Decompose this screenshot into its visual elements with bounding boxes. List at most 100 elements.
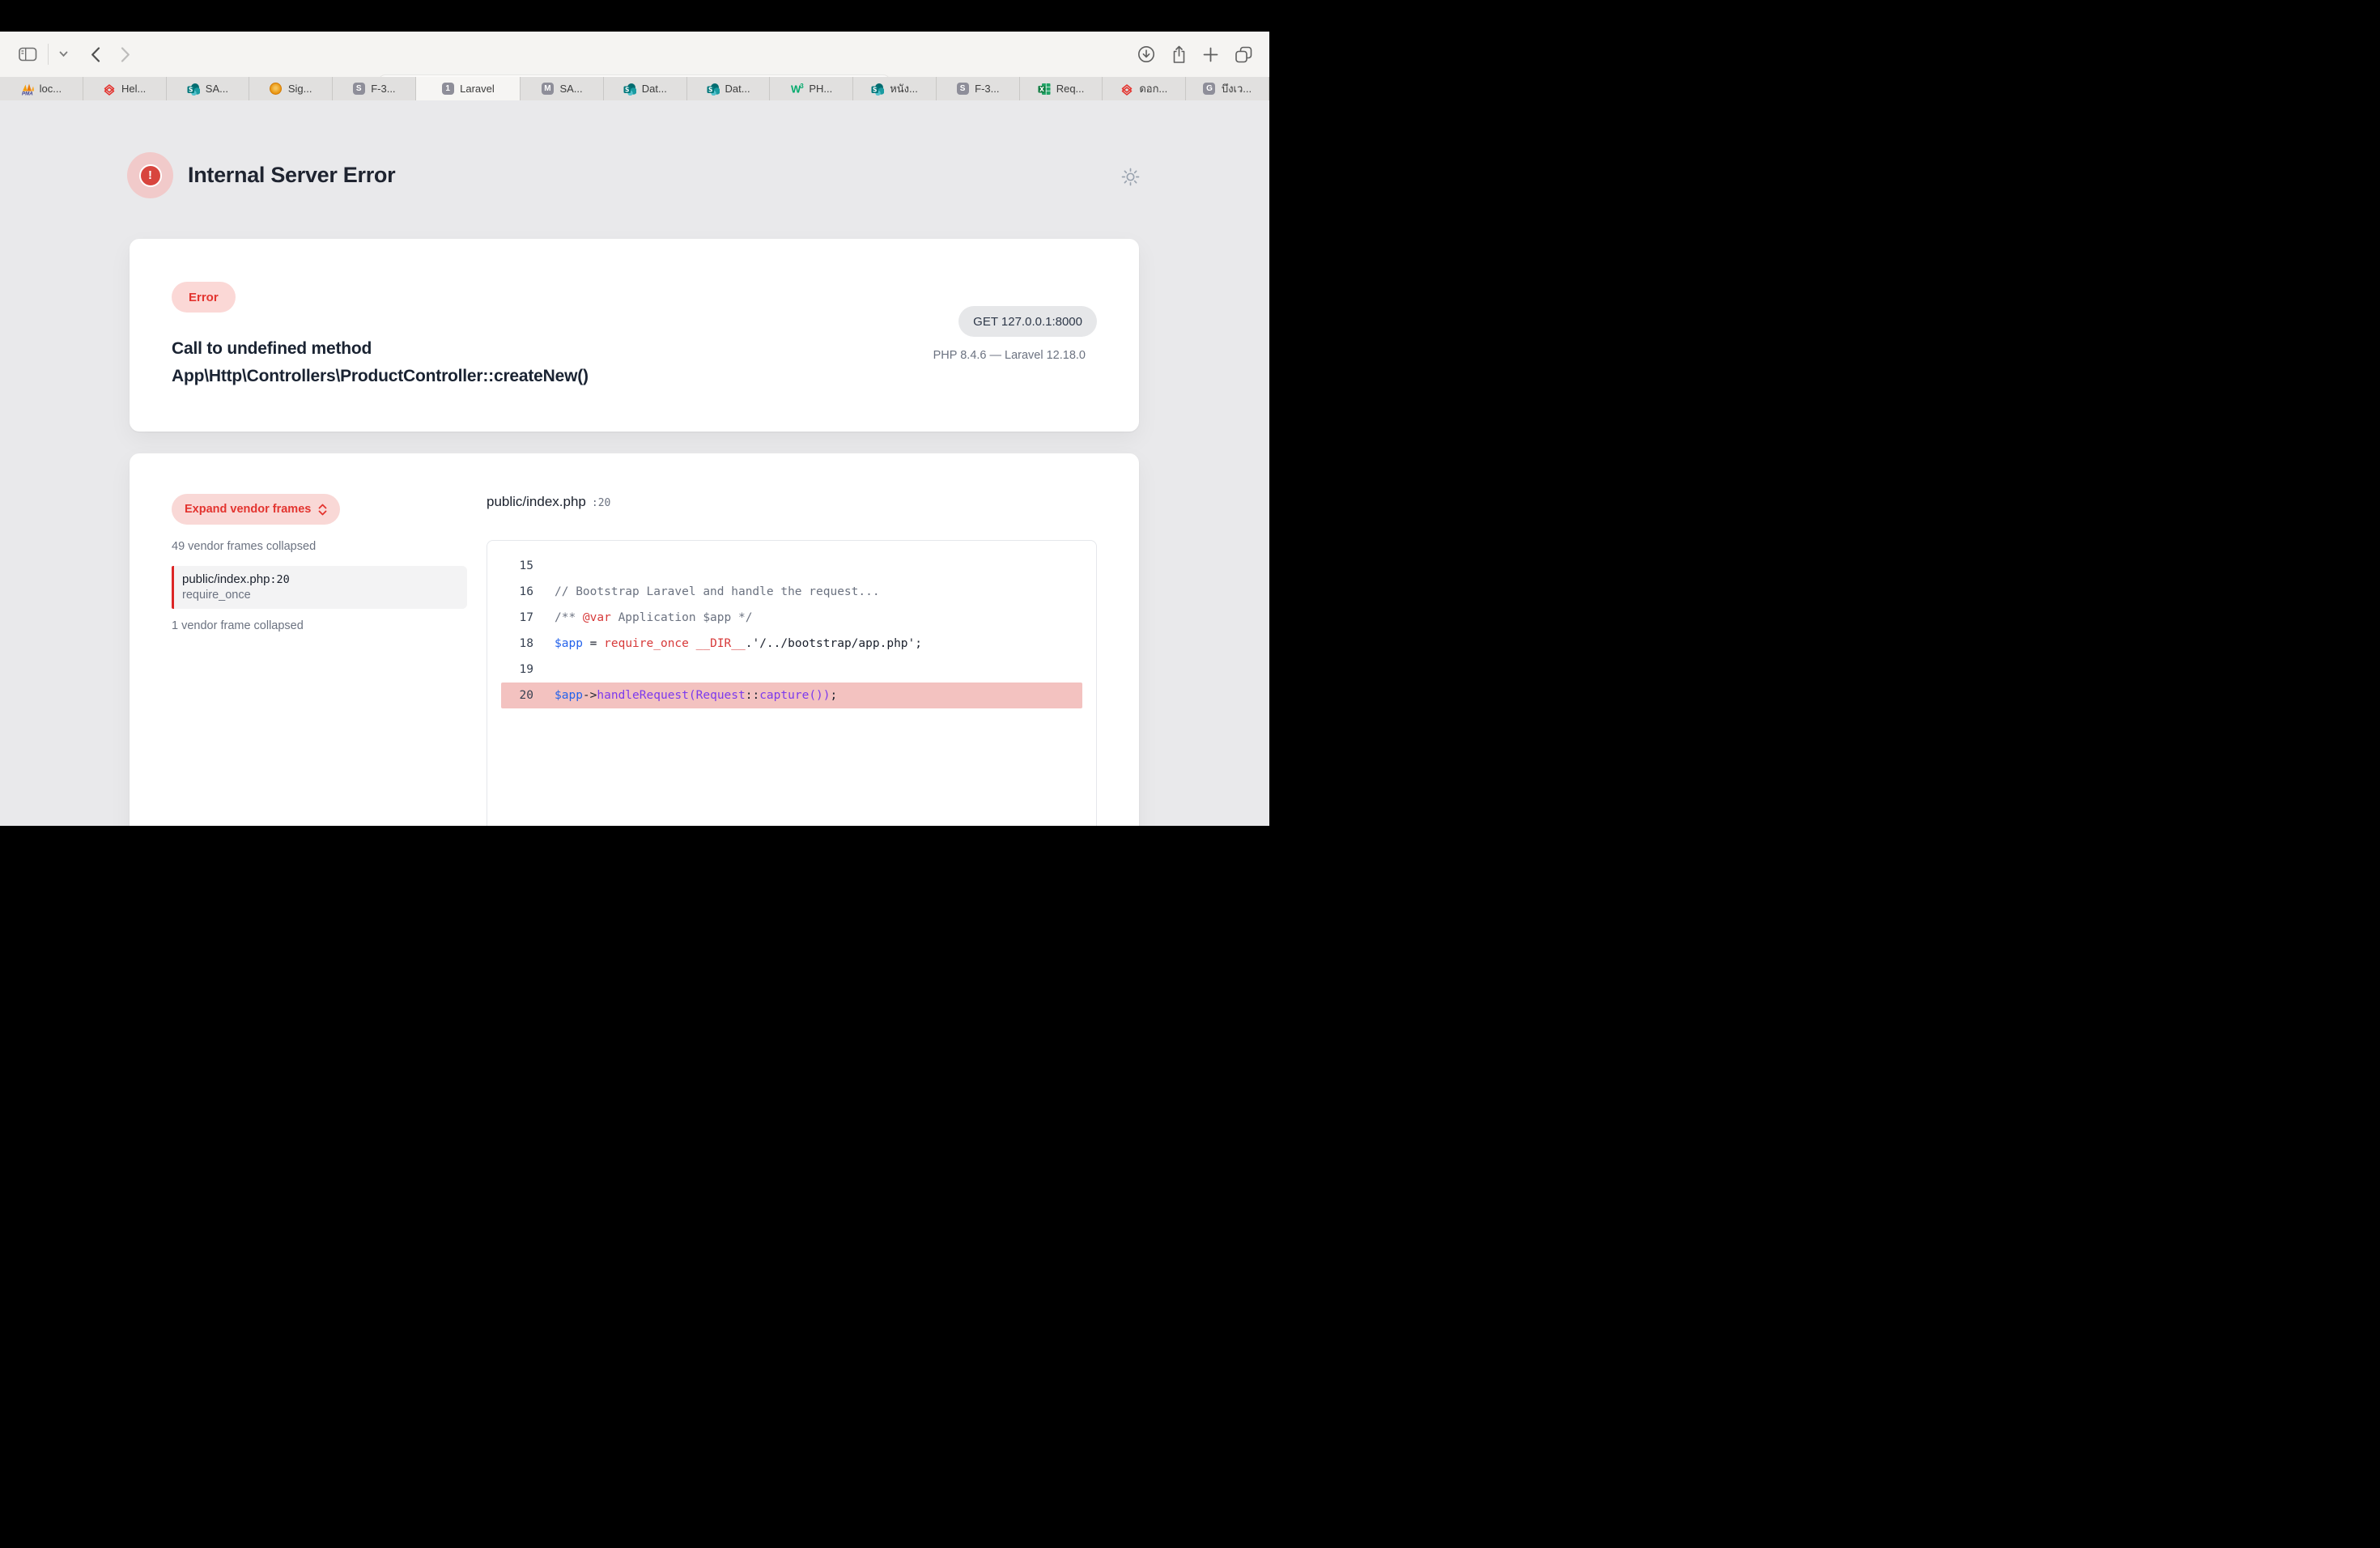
browser-tab-12[interactable]: S F-3... [937, 77, 1020, 100]
code-text: // Bootstrap Laravel and handle the requ… [555, 585, 880, 598]
macos-menubar [0, 0, 1269, 32]
tab-label: Dat... [725, 83, 750, 95]
frame-method: require_once [182, 589, 467, 602]
browser-window: 127.0.0.1 A [0, 0, 1269, 826]
tab-label: F-3... [975, 83, 999, 95]
tab-label: Req... [1056, 83, 1085, 95]
letter-S-icon: S [352, 83, 365, 96]
tab-label: หนัง... [890, 80, 918, 97]
browser-tab-4[interactable]: Sig... [249, 77, 333, 100]
letter-1-icon: 1 [441, 83, 454, 96]
laravel-red-icon [103, 83, 116, 96]
svg-text:S: S [708, 86, 712, 93]
browser-tab-9[interactable]: S Dat... [687, 77, 771, 100]
code-line: 17/** @var Application $app */ [501, 605, 1082, 631]
svg-text:S: S [625, 86, 629, 93]
line-number: 20 [501, 689, 533, 702]
code-text: $app->handleRequest(Request::capture()); [555, 689, 837, 702]
tab-label: PH... [809, 83, 832, 95]
toolbar-divider [48, 44, 49, 65]
tab-label: Dat... [642, 83, 667, 95]
tab-label: Hel... [121, 83, 146, 95]
tab-label: loc... [40, 83, 62, 95]
w3schools-icon: W3 [790, 83, 803, 96]
share-icon[interactable] [1171, 45, 1187, 64]
environment-versions: PHP 8.4.6 — Laravel 12.18.0 [933, 349, 1097, 362]
sharepoint-teal-icon: S [871, 83, 884, 96]
stack-frame-item[interactable]: public/index.php:20 require_once [172, 566, 467, 609]
line-number: 18 [501, 637, 533, 650]
expand-vendor-frames-label: Expand vendor frames [185, 503, 311, 516]
letter-G-icon: G [1203, 83, 1216, 96]
browser-tab-3[interactable]: S SA... [167, 77, 250, 100]
code-line: 19 [501, 657, 1082, 683]
expand-vendor-frames-button[interactable]: Expand vendor frames [172, 494, 340, 525]
browser-tab-14[interactable]: ดอก... [1103, 77, 1186, 100]
error-badge: Error [172, 282, 236, 313]
new-tab-icon[interactable] [1203, 47, 1218, 62]
tab-label: Sig... [288, 83, 312, 95]
tab-label: SA... [206, 83, 228, 95]
letter-M-icon: M [541, 83, 554, 96]
browser-tab-13[interactable]: X Req... [1020, 77, 1103, 100]
browser-toolbar: 127.0.0.1 A [0, 32, 1269, 77]
code-line: 15 [501, 553, 1082, 579]
svg-text:X: X [1039, 85, 1044, 92]
line-number: 15 [501, 559, 533, 572]
vendor-frames-collapsed-above: 49 vendor frames collapsed [172, 540, 316, 553]
line-number: 16 [501, 585, 533, 598]
request-method-pill: GET 127.0.0.1:8000 [958, 306, 1097, 337]
frame-file: public/index.php [182, 572, 270, 586]
forward-button-icon[interactable] [121, 47, 130, 62]
frame-line-number: :20 [270, 573, 289, 586]
code-text: $app = require_once __DIR__.'/../bootstr… [555, 637, 922, 650]
browser-tab-15[interactable]: G บึงเว... [1186, 77, 1269, 100]
browser-tab-8[interactable]: S Dat... [604, 77, 687, 100]
orange-seal-icon [270, 83, 283, 96]
tab-overview-icon[interactable] [1235, 46, 1252, 63]
back-button-icon[interactable] [91, 47, 100, 62]
laravel-red-icon [1120, 83, 1133, 96]
sharepoint-teal-icon: S [707, 83, 720, 96]
theme-toggle-sun-icon[interactable] [1120, 167, 1141, 187]
tab-label: บึงเว... [1222, 80, 1252, 97]
browser-tab-7[interactable]: MSA... [521, 77, 604, 100]
browser-tab-10[interactable]: W3 PH... [770, 77, 853, 100]
sharepoint-teal-icon: S [187, 83, 200, 96]
snippet-heading: public/index.php :20 [487, 494, 610, 510]
tab-label: Laravel [460, 83, 495, 95]
code-line: 16 // Bootstrap Laravel and handle the re… [501, 579, 1082, 605]
excel-icon: X [1038, 83, 1051, 96]
exception-card: Error GET 127.0.0.1:8000 PHP 8.4.6 — Lar… [130, 239, 1139, 432]
expand-collapse-chevrons-icon [318, 504, 327, 516]
sharepoint-teal-icon: S [623, 83, 636, 96]
browser-tab-6-active[interactable]: 1 Laravel [416, 77, 521, 100]
svg-text:S: S [873, 86, 877, 93]
browser-tab-5[interactable]: S F-3... [333, 77, 416, 100]
svg-text:PMA: PMA [22, 91, 33, 96]
error-exclamation-icon: ! [127, 152, 173, 198]
code-snippet-box: 15 16 // Bootstrap Laravel and handle the … [487, 540, 1097, 826]
browser-tab-1[interactable]: PMA loc... [0, 77, 83, 100]
snippet-file-name: public/index.php [487, 494, 586, 509]
exception-message: Call to undefined method App\Http\Contro… [172, 335, 589, 390]
tab-strip: PMA loc... Hel... S SA... Sig... S F-3... 1 Larav… [0, 77, 1269, 100]
phpmyadmin-icon: PMA [21, 83, 34, 96]
browser-tab-11[interactable]: S หนัง... [853, 77, 937, 100]
page-title: Internal Server Error [188, 163, 395, 188]
downloads-icon[interactable] [1137, 45, 1155, 63]
sidebar-toggle-icon[interactable] [19, 47, 37, 62]
line-number: 19 [501, 663, 533, 676]
exception-message-line2: App\Http\Controllers\ProductController::… [172, 363, 589, 390]
vendor-frames-collapsed-below: 1 vendor frame collapsed [172, 619, 304, 632]
code-line-highlighted: 20 $app->handleRequest(Request::capture()… [501, 683, 1082, 708]
browser-tab-2[interactable]: Hel... [83, 77, 167, 100]
snippet-line-ref: :20 [592, 497, 610, 509]
tab-label: F-3... [371, 83, 395, 95]
code-line: 18 $app = require_once __DIR__.'/../boots… [501, 631, 1082, 657]
exception-message-line1: Call to undefined method [172, 335, 589, 363]
tab-group-chevron-icon[interactable] [59, 51, 68, 57]
page-content: ! Internal Server Error Error GET 127.0.… [0, 100, 1269, 826]
letter-S-icon: S [956, 83, 969, 96]
tab-label: ดอก... [1139, 80, 1167, 97]
